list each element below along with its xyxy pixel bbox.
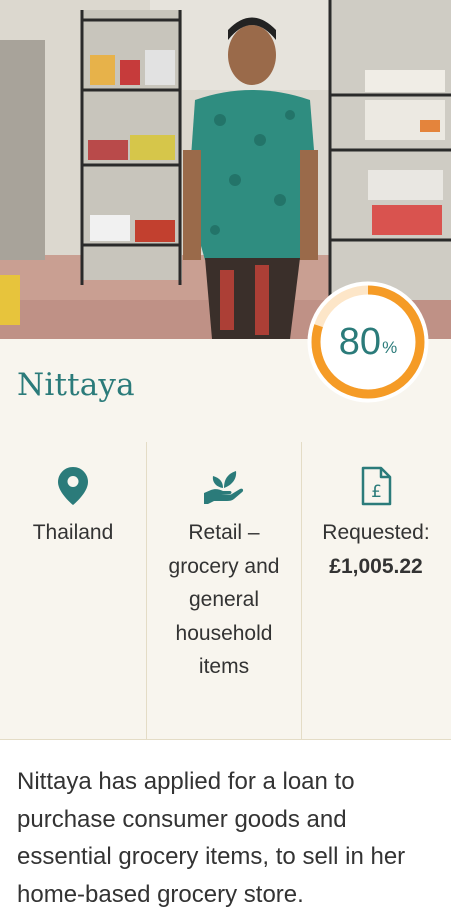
requested-column: £ Requested: £1,005.22 — [301, 442, 451, 739]
pound-document-icon: £ — [360, 466, 392, 511]
hand-plant-icon — [203, 466, 245, 511]
requested-label: Requested: — [322, 521, 430, 544]
progress-number: 80 — [338, 320, 382, 363]
sector-text: Retail – grocery and general household i… — [168, 521, 280, 678]
location-text: Thailand — [32, 521, 114, 544]
sector-column: Retail – grocery and general household i… — [146, 442, 302, 739]
requested-amount: £1,005.22 — [329, 554, 423, 578]
svg-text:£: £ — [371, 482, 382, 502]
location-pin-icon — [57, 466, 89, 511]
location-column: Thailand — [0, 442, 146, 739]
progress-suffix: % — [382, 338, 398, 357]
loan-details: Thailand Retail – grocery and general ho… — [0, 442, 451, 740]
borrower-name: Nittaya — [17, 367, 135, 403]
loan-description: Nittaya has applied for a loan to purcha… — [17, 768, 406, 908]
requested-text: Requested: £1,005.22 — [309, 516, 443, 583]
progress-label: 80 % — [307, 281, 429, 403]
funding-progress: 80 % — [307, 281, 429, 403]
